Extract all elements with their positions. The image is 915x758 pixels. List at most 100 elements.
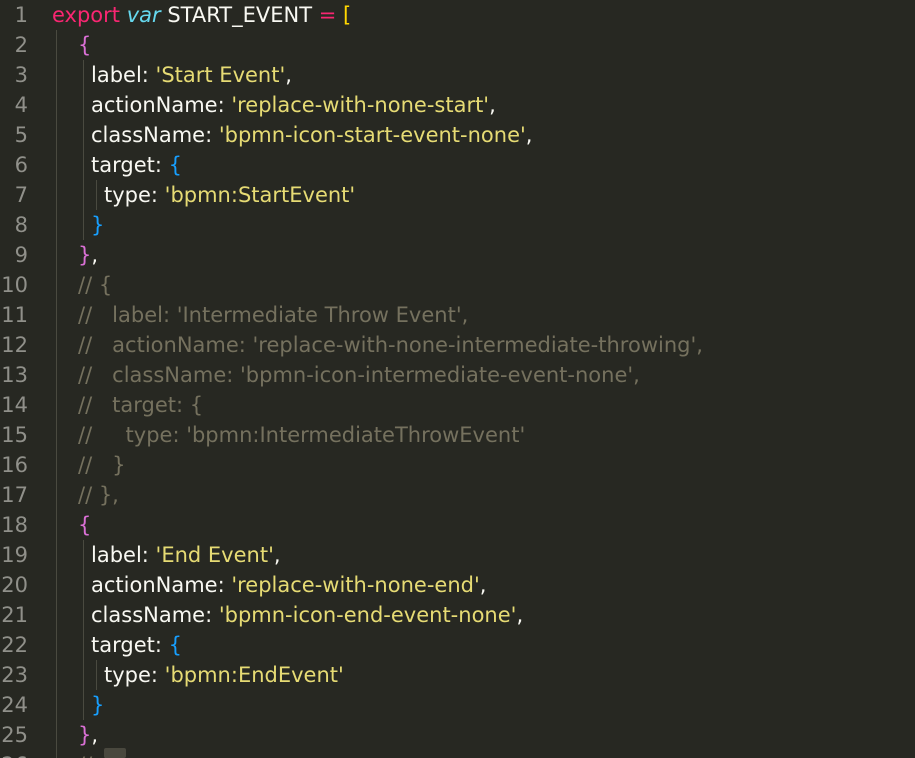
bracket: { (78, 33, 92, 57)
keyword-var: var (126, 3, 161, 27)
code-line[interactable]: 14 // target: { (0, 390, 915, 420)
code-line[interactable]: 19 label: 'End Event', (0, 540, 915, 570)
line-code: target: { (91, 150, 182, 180)
line-number: 20 (1, 573, 28, 597)
code-line[interactable]: 15 // type: 'bpmn:IntermediateThrowEvent… (0, 420, 915, 450)
line-code: { (78, 30, 91, 60)
comment-text: // }, (78, 483, 119, 507)
code-line[interactable]: 10 // { (0, 270, 915, 300)
bracket: { (168, 633, 182, 657)
line-code: actionName: 'replace-with-none-start', (91, 90, 496, 120)
line-number: 18 (1, 513, 28, 537)
property-key: target: (91, 153, 169, 177)
line-number: 7 (14, 183, 28, 207)
code-line[interactable]: 6 target: { (0, 150, 915, 180)
line-number: 17 (1, 483, 28, 507)
line-number: 9 (14, 243, 28, 267)
line-number: 24 (1, 693, 28, 717)
line-number: 21 (1, 603, 28, 627)
line-code: actionName: 'replace-with-none-end', (91, 570, 486, 600)
punctuation: , (489, 93, 496, 117)
code-line[interactable]: 24 } (0, 690, 915, 720)
string-value: 'bpmn-icon-end-event-none' (218, 603, 517, 627)
property-key: type: (104, 183, 165, 207)
bracket: [ (343, 3, 352, 27)
code-line[interactable]: 8 } (0, 210, 915, 240)
code-line[interactable]: 26 // { (0, 750, 915, 758)
bracket: } (78, 243, 92, 267)
string-value: 'replace-with-none-start' (231, 93, 490, 117)
line-number: 10 (1, 273, 28, 297)
code-line[interactable]: 18 { (0, 510, 915, 540)
line-number: 13 (1, 363, 28, 387)
code-line[interactable]: 2 { (0, 30, 915, 60)
line-code: type: 'bpmn:EndEvent' (104, 660, 344, 690)
code-line[interactable]: 25 }, (0, 720, 915, 750)
bracket: } (78, 723, 92, 747)
property-key: label: (91, 543, 156, 567)
code-line[interactable]: 22 target: { (0, 630, 915, 660)
comment-text: // { (78, 273, 113, 297)
punctuation: , (516, 603, 524, 627)
line-code: } (91, 690, 104, 720)
punctuation: , (91, 723, 99, 747)
string-value: 'bpmn:EndEvent' (164, 663, 344, 687)
comment-text: // label: 'Intermediate Throw Event', (78, 303, 469, 327)
code-line[interactable]: 23 type: 'bpmn:EndEvent' (0, 660, 915, 690)
property-key: actionName: (91, 93, 232, 117)
bracket: } (91, 693, 105, 717)
line-number: 8 (14, 213, 28, 237)
line-number: 2 (14, 33, 28, 57)
line-code: className: 'bpmn-icon-end-event-none', (91, 600, 523, 630)
code-editor[interactable]: 1 export var START_EVENT = [ 2 { 3 label… (0, 0, 915, 758)
punctuation: , (273, 543, 281, 567)
string-value: 'Start Event' (155, 63, 286, 87)
line-number: 19 (1, 543, 28, 567)
code-line[interactable]: 7 type: 'bpmn:StartEvent' (0, 180, 915, 210)
code-line[interactable]: 16 // } (0, 450, 915, 480)
line-number: 15 (1, 423, 28, 447)
line-number: 12 (1, 333, 28, 357)
code-line[interactable]: 11 // label: 'Intermediate Throw Event', (0, 300, 915, 330)
code-line[interactable]: 21 className: 'bpmn-icon-end-event-none'… (0, 600, 915, 630)
line-number: 4 (14, 93, 28, 117)
identifier: START_EVENT (160, 3, 319, 27)
line-code: } (91, 210, 104, 240)
fold-marker[interactable] (104, 748, 126, 758)
code-line[interactable]: 9 }, (0, 240, 915, 270)
bracket: } (91, 213, 105, 237)
code-line[interactable]: 17 // }, (0, 480, 915, 510)
code-line[interactable]: 4 actionName: 'replace-with-none-start', (0, 90, 915, 120)
line-code: className: 'bpmn-icon-start-event-none', (91, 120, 532, 150)
comment-text: // type: 'bpmn:IntermediateThrowEvent' (78, 423, 526, 447)
line-code: }, (78, 720, 98, 750)
line-code: target: { (91, 630, 182, 660)
comment-text: // } (78, 453, 126, 477)
line-number: 1 (14, 3, 28, 27)
property-key: label: (91, 63, 156, 87)
property-key: actionName: (91, 573, 232, 597)
line-number: 3 (14, 63, 28, 87)
code-line[interactable]: 12 // actionName: 'replace-with-none-int… (0, 330, 915, 360)
keyword-export: export (52, 3, 121, 27)
comment-text: // target: { (78, 393, 204, 417)
line-code: { (78, 510, 91, 540)
string-value: 'End Event' (155, 543, 274, 567)
punctuation: , (479, 573, 487, 597)
line-number: 14 (1, 393, 28, 417)
line-code: }, (78, 240, 98, 270)
property-key: className: (91, 123, 219, 147)
bracket: { (168, 153, 182, 177)
code-line[interactable]: 13 // className: 'bpmn-icon-intermediate… (0, 360, 915, 390)
line-number: 26 (0, 750, 28, 758)
bracket: { (78, 513, 92, 537)
string-value: 'replace-with-none-end' (231, 573, 480, 597)
code-line[interactable]: 3 label: 'Start Event', (0, 60, 915, 90)
code-line[interactable]: 20 actionName: 'replace-with-none-end', (0, 570, 915, 600)
line-number: 6 (14, 153, 28, 177)
punctuation: , (91, 243, 99, 267)
code-line[interactable]: 1 export var START_EVENT = [ (0, 0, 915, 30)
code-line[interactable]: 5 className: 'bpmn-icon-start-event-none… (0, 120, 915, 150)
line-number: 22 (1, 633, 28, 657)
line-code: type: 'bpmn:StartEvent' (104, 180, 355, 210)
